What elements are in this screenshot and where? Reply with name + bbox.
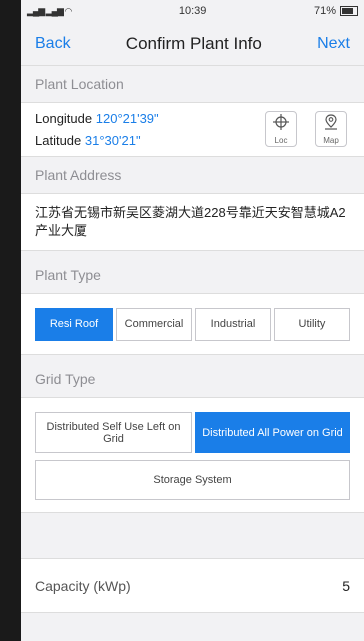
grid-type-self-use[interactable]: Distributed Self Use Left on Grid [35, 412, 192, 453]
capacity-row[interactable]: Capacity (kWp) 5 [21, 558, 364, 613]
battery-percent: 71% [313, 5, 336, 17]
map-button[interactable]: Map [315, 111, 347, 147]
plant-type-commercial[interactable]: Commercial [116, 307, 192, 341]
back-button[interactable]: Back [35, 35, 71, 53]
plant-address-header: Plant Address [21, 157, 364, 193]
loc-button[interactable]: Loc [265, 111, 297, 147]
plant-location-header: Plant Location [21, 66, 364, 102]
capacity-value: 5 [342, 577, 350, 594]
app-screen: ▂▄▆ ▂▄▆ ◠ 10:39 71% Back Confirm Plant I… [21, 0, 364, 641]
status-time: 10:39 [178, 5, 207, 17]
grid-type-header: Grid Type [21, 361, 364, 397]
plant-location-row: Longitude 120°21'39" Latitude 31°30'21" … [21, 102, 364, 157]
page-title: Confirm Plant Info [125, 33, 262, 53]
loc-button-label: Loc [274, 135, 288, 145]
longitude-line: Longitude 120°21'39" [35, 111, 159, 126]
longitude-label: Longitude [35, 111, 93, 126]
grid-type-selector: Distributed Self Use Left on Grid Distri… [21, 397, 364, 513]
plant-type-industrial[interactable]: Industrial [195, 307, 271, 341]
battery-icon [339, 6, 358, 16]
latitude-label: Latitude [35, 133, 82, 148]
status-bar: ▂▄▆ ▂▄▆ ◠ 10:39 71% [21, 0, 364, 22]
plant-address-value[interactable]: 江苏省无锡市新吴区菱湖大道228号靠近天安智慧城A2产业大厦 [21, 193, 364, 251]
plant-type-selector: Resi Roof Commercial Industrial Utility [21, 293, 364, 355]
crosshair-icon [273, 113, 289, 134]
longitude-value: 120°21'39" [95, 111, 159, 126]
grid-type-options: Distributed Self Use Left on Grid Distri… [35, 412, 350, 453]
nav-bar: Back Confirm Plant Info Next [21, 22, 364, 66]
plant-type-resi-roof[interactable]: Resi Roof [35, 307, 113, 341]
map-pin-icon [324, 113, 338, 134]
signal-icon: ▂▄▆ ▂▄▆ ◠ [27, 5, 72, 16]
capacity-label: Capacity (kWp) [35, 577, 131, 594]
next-button[interactable]: Next [317, 35, 350, 53]
map-button-label: Map [323, 135, 339, 145]
status-right: 71% [314, 5, 358, 17]
plant-type-header: Plant Type [21, 257, 364, 293]
device-edge [0, 0, 21, 641]
latitude-value: 31°30'21" [84, 133, 141, 148]
grid-type-all-power[interactable]: Distributed All Power on Grid [195, 412, 350, 453]
plant-type-utility[interactable]: Utility [274, 307, 350, 341]
latitude-line: Latitude 31°30'21" [35, 133, 141, 148]
storage-system-option[interactable]: Storage System [35, 460, 350, 500]
